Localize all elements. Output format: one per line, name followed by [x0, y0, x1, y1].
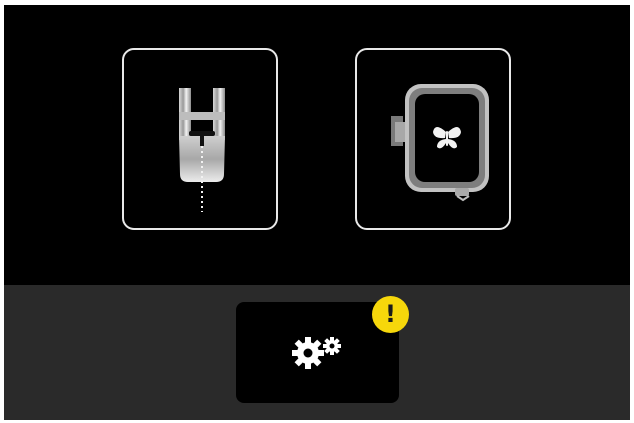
gears-icon: [292, 337, 341, 369]
embroidery-mode-button[interactable]: [355, 48, 511, 230]
sewing-mode-button[interactable]: [122, 48, 278, 230]
embroidery-hoop-butterfly-icon: [391, 84, 489, 202]
warning-icon: !: [372, 296, 409, 333]
mode-selection-area: [4, 5, 630, 285]
presser-foot-icon: [179, 88, 225, 212]
